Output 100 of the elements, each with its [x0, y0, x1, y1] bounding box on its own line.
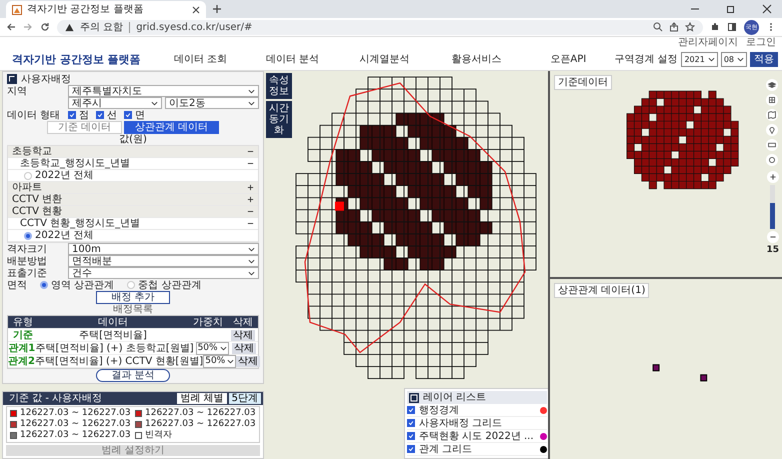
table-cell: 관계1	[8, 342, 36, 354]
minus-icon[interactable]	[247, 208, 254, 215]
minus-icon[interactable]	[247, 148, 254, 155]
table-cell: 관계2	[8, 356, 35, 366]
tree-item[interactable]: 아파트	[8, 182, 258, 194]
address-bar[interactable]: 주의 요함 grid.syesd.co.kr/user/#	[57, 20, 703, 34]
delete-button[interactable]: 삭제	[236, 356, 260, 366]
close-icon[interactable]	[192, 6, 200, 14]
setting-select[interactable]: 건수	[68, 267, 259, 279]
add-button[interactable]: 배정 추가	[96, 291, 170, 304]
back-arrow-icon[interactable]	[6, 22, 16, 32]
nav-menu-item[interactable]: 시계열분석	[338, 54, 430, 64]
checkbox[interactable]	[407, 445, 415, 453]
restore-icon[interactable]	[726, 4, 736, 14]
field-label: 표출기준	[7, 268, 48, 278]
legend-label: 126227.03 ~ 126227.03	[20, 408, 131, 419]
layer-label: 주택현황 시도 2022년 ...	[419, 430, 535, 442]
checkbox[interactable]	[96, 111, 104, 119]
field-label: 면적	[7, 280, 28, 290]
setting-select[interactable]: 100m	[68, 243, 259, 255]
field-label: 격자크기	[7, 244, 48, 254]
zoom-out-icon[interactable]	[766, 231, 779, 243]
site-logo[interactable]: 격자기반 공간정보 플랫폼	[12, 54, 141, 64]
sidebar-icon[interactable]	[727, 22, 737, 32]
zoom-slider[interactable]	[770, 185, 776, 229]
district-select[interactable]: 이도2동	[165, 97, 259, 109]
minus-icon[interactable]	[247, 160, 254, 167]
caret-icon	[227, 358, 234, 364]
layer-label: 관계 그리드	[419, 444, 474, 454]
checkbox-label: 점	[79, 110, 89, 120]
month-select[interactable]: 08	[720, 52, 748, 66]
tree-item[interactable]: 초등학교_행정시도_년별	[8, 158, 258, 170]
nav-menu-item[interactable]: 데이터 조회	[154, 54, 247, 64]
analyze-button[interactable]: 결과 분석	[96, 369, 170, 382]
grid-icon[interactable]	[766, 94, 778, 106]
caret-icon	[708, 56, 715, 62]
tree-item[interactable]: CCTV 변환	[8, 194, 258, 206]
field-label: 데이터 형태	[7, 110, 62, 120]
checkbox[interactable]	[407, 419, 415, 427]
map-label: 기준데이터	[554, 75, 612, 90]
apply-button[interactable]: 적용	[750, 52, 778, 66]
nav-menu-item[interactable]: 활용서비스	[430, 54, 522, 64]
star-icon[interactable]	[685, 22, 695, 32]
legend-label: 126227.03 ~ 126227.03	[20, 419, 131, 430]
nav-menu-item[interactable]: 오픈API	[522, 54, 614, 64]
city-select[interactable]: 제주시	[68, 97, 162, 109]
minus-icon[interactable]	[247, 220, 254, 227]
province-select[interactable]: 제주특별자치도	[68, 85, 259, 97]
tab-title: 격자기반 공간정보 플랫폼	[27, 4, 144, 15]
legend-tab[interactable]: 5단계	[228, 393, 261, 404]
radio-button[interactable]	[127, 281, 136, 289]
radio-label: 2022년 전체	[35, 170, 94, 181]
close-icon[interactable]	[762, 4, 772, 14]
search-icon[interactable]	[653, 22, 663, 32]
tree-item[interactable]: CCTV 현황_행정시도_년별	[8, 218, 258, 230]
map-tool-button[interactable]: 시간 동기화	[266, 101, 292, 138]
data-cell	[652, 364, 660, 372]
pin-icon[interactable]	[766, 124, 778, 136]
setting-select[interactable]: 면적배분	[68, 255, 259, 267]
weight-select[interactable]: 50%	[203, 354, 236, 368]
plus-icon[interactable]	[247, 196, 254, 203]
layer-label: 행정경계	[419, 404, 460, 416]
legend-label: 126227.03 ~ 126227.03	[145, 419, 256, 430]
delete-button[interactable]: 삭제	[232, 342, 256, 354]
panel-icon	[7, 74, 17, 84]
checkbox[interactable]	[68, 111, 76, 119]
checkbox[interactable]	[407, 432, 415, 440]
plus-icon[interactable]	[247, 184, 254, 191]
legend-tab[interactable]: 범례 체별	[177, 393, 227, 404]
data-tab[interactable]: 상관관계 데이터	[124, 121, 220, 134]
map-tool-button[interactable]: 속성 정보	[266, 73, 292, 99]
new-tab-icon[interactable]	[212, 4, 222, 14]
browser-tab[interactable]: 격자기반 공간정보 플랫폼	[6, 1, 206, 18]
column-header: 유형	[12, 316, 34, 328]
weight-select[interactable]: 50%	[196, 342, 229, 354]
reload-icon[interactable]	[40, 22, 50, 32]
data-tab[interactable]: 기준 데이터	[46, 121, 122, 134]
header-link[interactable]: 로그인	[746, 37, 776, 48]
caret-icon	[151, 100, 158, 106]
tree-item[interactable]: CCTV 현황	[8, 206, 258, 218]
table-cell-text: 주택[면적비율]	[78, 330, 148, 340]
table-cell-text: 기준	[12, 330, 34, 340]
radio-button[interactable]	[24, 172, 32, 180]
value-label: 값(원)	[118, 134, 148, 145]
radio-label: 중첩 상관관계	[138, 280, 202, 290]
year-select[interactable]: 2021	[681, 52, 718, 66]
table-cell: 주택[면적비율] (+) CCTV 현황[원별]	[34, 356, 204, 366]
caret-icon	[220, 346, 227, 350]
circle-icon[interactable]	[766, 154, 778, 166]
nav-menu-item[interactable]: 데이터 분석	[246, 54, 339, 64]
header-link[interactable]: 관리자페이지	[678, 37, 738, 48]
checkbox[interactable]	[124, 111, 132, 119]
radio-button[interactable]	[40, 281, 48, 289]
delete-button[interactable]: 삭제	[231, 330, 255, 340]
checkbox[interactable]	[407, 406, 415, 414]
zoom-in-icon[interactable]	[766, 171, 779, 183]
share-icon[interactable]	[669, 22, 679, 32]
tree-item[interactable]: 초등학교	[8, 146, 258, 158]
layer-label: 사용자배정 그리드	[419, 418, 504, 428]
radio-button[interactable]	[24, 232, 32, 240]
